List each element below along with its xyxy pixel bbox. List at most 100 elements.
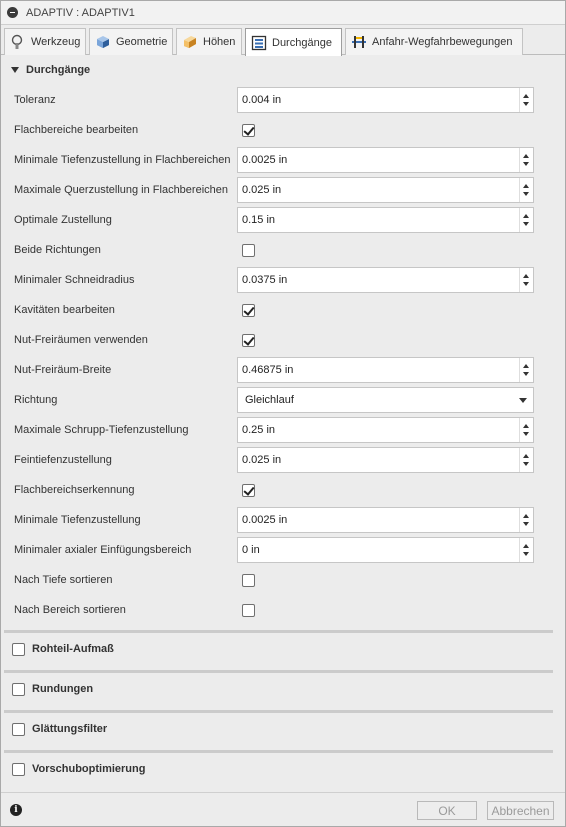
tab-geometrie[interactable]: Geometrie [89, 28, 173, 55]
max-schrupp-tiefenzustellung-input[interactable]: 0.25 in [237, 417, 534, 443]
nut-freiraeumen-label: Nut-Freiräumen verwenden [14, 334, 148, 346]
nach-tiefe-checkbox[interactable] [242, 573, 255, 587]
flachbereichserkennung-label: Flachbereichserkennung [14, 484, 135, 496]
row-flachbereiche-bearbeiten: Flachbereiche bearbeiten [1, 117, 565, 143]
section-divider [4, 710, 553, 713]
nut-freiraeum-breite-input[interactable]: 0.46875 in [237, 357, 534, 383]
row-min-tiefenzustellung: Minimale Tiefenzustellung 0.0025 in [1, 507, 565, 533]
max-schrupp-tiefenzustellung-value: 0.25 in [242, 424, 276, 436]
tab-label: Durchgänge [272, 36, 332, 49]
collapse-icon[interactable] [7, 7, 18, 18]
tab-anfahr-wegfahrbewegungen[interactable]: Anfahr-Wegfahrbewegungen [345, 28, 523, 55]
spin-down-icon[interactable] [523, 552, 529, 556]
spinner[interactable] [519, 538, 533, 562]
min-schneidradius-value: 0.0375 in [242, 274, 288, 286]
cancel-button[interactable]: Abbrechen [487, 801, 554, 820]
spinner[interactable] [519, 268, 533, 292]
spin-up-icon[interactable] [523, 154, 529, 158]
caret-down-icon [11, 67, 19, 73]
tab-label: Anfahr-Wegfahrbewegungen [372, 36, 513, 48]
spin-up-icon[interactable] [523, 424, 529, 428]
flachbereichserkennung-checkbox[interactable] [242, 483, 255, 497]
spinner[interactable] [519, 358, 533, 382]
spin-down-icon[interactable] [523, 192, 529, 196]
min-schneidradius-label: Minimaler Schneidradius [14, 274, 135, 286]
spinner[interactable] [519, 418, 533, 442]
min-tiefenzustellung-input[interactable]: 0.0025 in [237, 507, 534, 533]
ok-button[interactable]: OK [417, 801, 477, 820]
row-min-schneidradius: Minimaler Schneidradius 0.0375 in [1, 267, 565, 293]
section-rundungen[interactable]: Rundungen [1, 675, 565, 703]
min-tiefenzustellung-flach-input[interactable]: 0.0025 in [237, 147, 534, 173]
richtung-label: Richtung [14, 394, 58, 406]
spin-up-icon[interactable] [523, 454, 529, 458]
min-tiefenzustellung-value: 0.0025 in [242, 514, 288, 526]
section-checkbox[interactable] [12, 682, 25, 696]
optimale-zustellung-value: 0.15 in [242, 214, 276, 226]
spin-down-icon[interactable] [523, 282, 529, 286]
dialog-footer: i OK Abbrechen [1, 792, 565, 826]
dropdown-arrow-icon[interactable] [519, 397, 527, 403]
section-checkbox[interactable] [12, 722, 25, 736]
tab-label: Werkzeug [31, 36, 81, 48]
row-nut-freiraeum-breite: Nut-Freiräum-Breite 0.46875 in [1, 357, 565, 383]
nach-bereich-checkbox[interactable] [242, 603, 255, 617]
row-nut-freiraeumen: Nut-Freiräumen verwenden [1, 327, 565, 353]
toleranz-spinner[interactable] [519, 88, 533, 112]
toleranz-label: Toleranz [14, 94, 56, 106]
toleranz-value: 0.004 in [242, 94, 282, 106]
tab-content-durchgaenge: Durchgänge Toleranz 0.004 in Flachbereic… [1, 56, 565, 791]
feintiefenzustellung-input[interactable]: 0.025 in [237, 447, 534, 473]
section-vorschuboptimierung[interactable]: Vorschuboptimierung [1, 755, 565, 783]
spin-down-icon[interactable] [523, 162, 529, 166]
spin-down-icon[interactable] [523, 102, 529, 106]
section-rohteil-aufmass[interactable]: Rohteil-Aufmaß [1, 635, 565, 663]
spinner[interactable] [519, 148, 533, 172]
spinner[interactable] [519, 208, 533, 232]
tab-durchgaenge[interactable]: Durchgänge [245, 28, 342, 56]
spin-up-icon[interactable] [523, 364, 529, 368]
flachbereiche-checkbox[interactable] [242, 123, 255, 137]
spinner[interactable] [519, 448, 533, 472]
spin-up-icon[interactable] [523, 214, 529, 218]
nach-tiefe-label: Nach Tiefe sortieren [14, 574, 113, 586]
spin-down-icon[interactable] [523, 222, 529, 226]
spin-down-icon[interactable] [523, 372, 529, 376]
row-richtung: Richtung Gleichlauf [1, 387, 565, 413]
row-flachbereichserkennung: Flachbereichserkennung [1, 477, 565, 503]
section-header-durchgaenge[interactable]: Durchgänge [1, 56, 565, 84]
spin-down-icon[interactable] [523, 462, 529, 466]
section-divider [4, 630, 553, 633]
richtung-select[interactable]: Gleichlauf [237, 387, 534, 413]
min-schneidradius-input[interactable]: 0.0375 in [237, 267, 534, 293]
min-tiefenzustellung-label: Minimale Tiefenzustellung [14, 514, 141, 526]
min-axialer-einfuegebereich-input[interactable]: 0 in [237, 537, 534, 563]
section-checkbox[interactable] [12, 762, 25, 776]
title-bar: ADAPTIV : ADAPTIV1 [1, 1, 565, 25]
spin-up-icon[interactable] [523, 274, 529, 278]
spin-up-icon[interactable] [523, 184, 529, 188]
spin-up-icon[interactable] [523, 514, 529, 518]
max-querzustellung-flach-input[interactable]: 0.025 in [237, 177, 534, 203]
spin-up-icon[interactable] [523, 94, 529, 98]
nut-freiraeumen-checkbox[interactable] [242, 333, 255, 347]
spin-down-icon[interactable] [523, 432, 529, 436]
tab-werkzeug[interactable]: Werkzeug [4, 28, 86, 55]
section-checkbox[interactable] [12, 642, 25, 656]
section-label: Rohteil-Aufmaß [32, 643, 114, 655]
row-optimale-zustellung: Optimale Zustellung 0.15 in [1, 207, 565, 233]
spinner[interactable] [519, 508, 533, 532]
beide-richtungen-checkbox[interactable] [242, 243, 255, 257]
info-icon[interactable]: i [10, 804, 22, 816]
spin-down-icon[interactable] [523, 522, 529, 526]
row-min-axialer-einfuegebereich: Minimaler axialer Einfügungsbereich 0 in [1, 537, 565, 563]
spinner[interactable] [519, 178, 533, 202]
optimale-zustellung-input[interactable]: 0.15 in [237, 207, 534, 233]
kavitaeten-checkbox[interactable] [242, 303, 255, 317]
spin-up-icon[interactable] [523, 544, 529, 548]
tab-hoehen[interactable]: Höhen [176, 28, 242, 55]
row-feintiefenzustellung: Feintiefenzustellung 0.025 in [1, 447, 565, 473]
tool-icon [11, 34, 23, 49]
toleranz-input[interactable]: 0.004 in [237, 87, 534, 113]
section-glaettungsfilter[interactable]: Glättungsfilter [1, 715, 565, 743]
